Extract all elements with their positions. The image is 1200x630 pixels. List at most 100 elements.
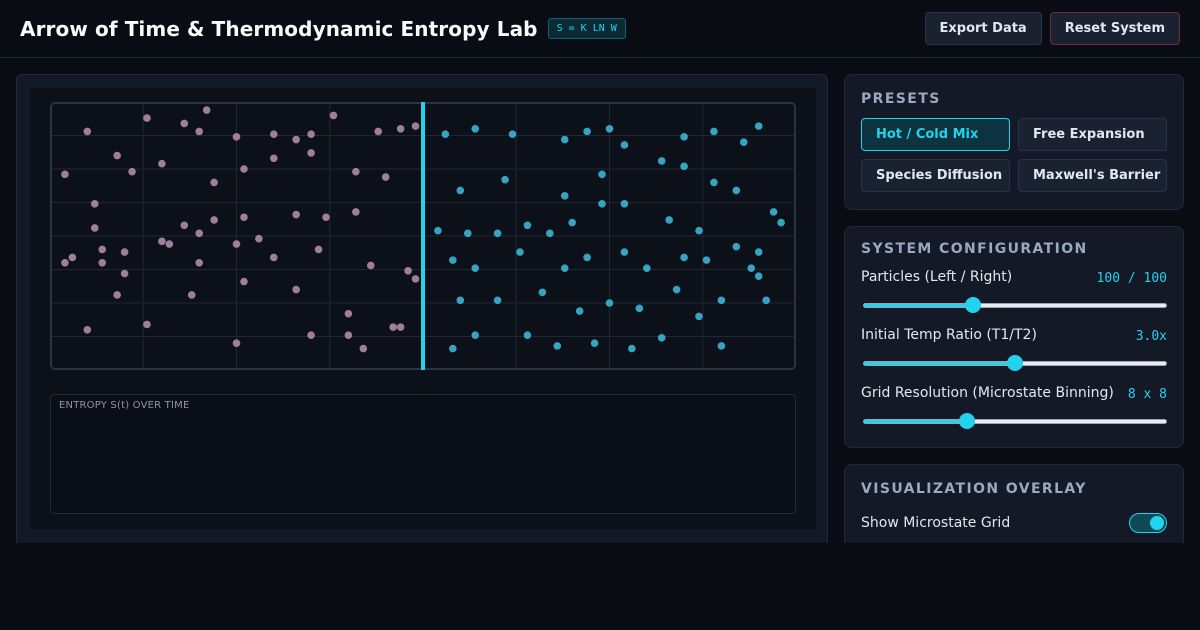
hot-particle <box>240 213 248 222</box>
cold-particle <box>680 162 688 171</box>
hot-particle <box>232 240 241 248</box>
hot-particle <box>90 200 99 208</box>
hot-particle <box>61 170 69 179</box>
header-actions: Export Data Reset System <box>924 12 1180 45</box>
hot-particle <box>90 224 99 232</box>
preset-maxwells-barrier[interactable]: Maxwell's Barrier <box>1018 159 1167 192</box>
cold-particle <box>672 285 681 294</box>
cold-particle <box>739 138 748 146</box>
cold-particle <box>471 125 480 133</box>
cold-particle <box>598 170 606 179</box>
cold-particle <box>508 130 517 138</box>
hot-particle <box>314 245 323 254</box>
hot-particle <box>210 216 218 224</box>
cold-particle <box>456 186 465 195</box>
grid-resolution-slider-thumb[interactable] <box>958 413 975 429</box>
particles-slider-thumb[interactable] <box>964 297 981 313</box>
cold-particle <box>754 122 763 130</box>
hot-particle <box>98 259 107 267</box>
cold-particle <box>560 264 569 272</box>
cold-particle <box>620 248 629 256</box>
cold-particle <box>568 218 576 227</box>
cold-particle <box>434 226 442 235</box>
hot-particle <box>240 277 248 286</box>
cold-particle <box>605 299 614 307</box>
cold-particle <box>657 157 666 165</box>
grid-resolution-slider[interactable] <box>863 413 1167 429</box>
hot-particle <box>366 261 375 270</box>
cold-particle <box>769 208 778 216</box>
cold-particle <box>665 216 673 224</box>
preset-free-expansion[interactable]: Free Expansion <box>1018 118 1167 151</box>
cold-particle <box>710 178 718 187</box>
temp-ratio-value: 3.0x <box>1135 329 1167 344</box>
hot-particle <box>352 208 360 216</box>
simulation-canvas-area: ENTROPY S(t) OVER TIME <box>30 88 816 529</box>
formula-badge: S = K LN W <box>547 18 626 39</box>
show-grid-toggle[interactable] <box>1129 513 1167 533</box>
particles-slider[interactable] <box>863 297 1167 313</box>
hot-particle <box>195 229 203 238</box>
hot-particle <box>210 178 218 187</box>
hot-particle <box>113 291 121 299</box>
hot-particle <box>307 149 315 157</box>
hot-particle <box>180 119 189 128</box>
cold-particle <box>620 141 629 149</box>
hot-particle <box>113 151 121 160</box>
hot-particle <box>374 127 383 136</box>
cold-particle <box>560 135 569 144</box>
hot-particle <box>143 320 151 329</box>
cold-particle <box>635 304 644 313</box>
cold-particle <box>441 130 450 138</box>
cold-particle <box>605 125 614 133</box>
hot-particle <box>195 127 203 136</box>
hot-particle <box>352 167 360 176</box>
temp-ratio-slider-thumb[interactable] <box>1007 355 1023 371</box>
export-data-button[interactable]: Export Data <box>924 12 1042 45</box>
cold-particle <box>732 186 741 195</box>
grid-resolution-row: Grid Resolution (Microstate Binning) 8 x… <box>861 385 1167 429</box>
cold-particle <box>620 200 629 208</box>
hot-particle <box>381 173 390 181</box>
hot-particle <box>344 309 353 318</box>
cold-particle <box>598 200 606 208</box>
temp-ratio-label: Initial Temp Ratio (T1/T2) <box>861 327 1037 343</box>
cold-particle <box>471 264 480 272</box>
system-configuration-panel: System Configuration Particles (Left / R… <box>844 226 1184 448</box>
cold-particle <box>717 342 726 350</box>
cold-particle <box>449 256 457 264</box>
hot-particle <box>292 135 300 144</box>
cold-particle <box>456 296 465 305</box>
hot-particle <box>98 245 107 254</box>
cold-particle <box>717 296 726 305</box>
hot-particle <box>232 339 241 347</box>
cold-particle <box>523 221 532 230</box>
cold-particle <box>680 253 688 262</box>
cold-particle <box>777 218 785 227</box>
hot-particle <box>307 331 315 339</box>
entropy-chart: ENTROPY S(t) OVER TIME <box>50 394 796 514</box>
simulation-panel: ENTROPY S(t) OVER TIME <box>16 74 828 554</box>
temp-ratio-slider[interactable] <box>863 355 1167 371</box>
cold-particle <box>590 339 599 347</box>
hot-particle <box>187 291 196 299</box>
entropy-chart-label: ENTROPY S(t) OVER TIME <box>59 400 190 411</box>
cold-particle <box>680 133 688 141</box>
preset-grid: Hot / Cold Mix Free Expansion Species Di… <box>861 118 1167 192</box>
cold-particle <box>747 264 756 272</box>
hot-particle <box>128 167 136 176</box>
hot-particle <box>359 344 368 353</box>
particles-slider-fill <box>864 304 973 307</box>
hot-particle <box>68 253 77 262</box>
preset-hot-cold-mix[interactable]: Hot / Cold Mix <box>861 118 1010 151</box>
hot-particle <box>322 213 330 222</box>
show-grid-label: Show Microstate Grid <box>861 515 1011 531</box>
hot-particle <box>158 237 166 246</box>
preset-species-diffusion[interactable]: Species Diffusion <box>861 159 1010 192</box>
reset-system-button[interactable]: Reset System <box>1049 12 1180 45</box>
cold-particle <box>695 226 703 235</box>
hot-particle <box>344 331 353 339</box>
hot-particle <box>83 127 92 136</box>
particle-chamber[interactable] <box>50 102 796 370</box>
cold-particle <box>493 296 502 305</box>
